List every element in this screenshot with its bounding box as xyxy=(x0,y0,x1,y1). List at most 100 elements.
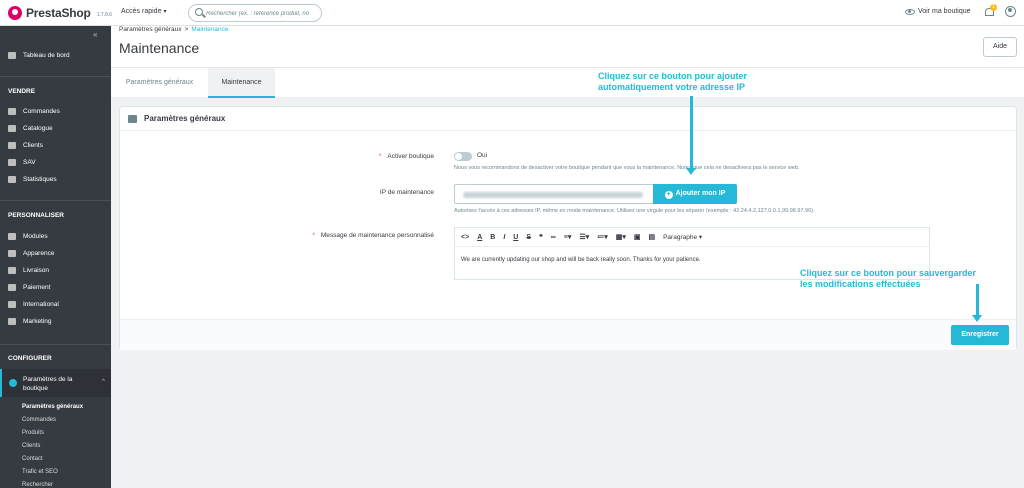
prestashop-logo-icon xyxy=(8,6,22,20)
version-label: 1.7.8.6 xyxy=(96,11,112,18)
stats-icon xyxy=(8,176,16,183)
search-box[interactable] xyxy=(188,4,322,22)
ip-callout: Cliquez sur ce bouton pour ajouter autom… xyxy=(598,71,748,92)
sidebar-item-appearance[interactable]: Apparence xyxy=(0,246,111,261)
sidebar: « Tableau de bord VENDRE Commandes Catal… xyxy=(0,26,111,488)
desktop-icon xyxy=(8,250,16,257)
link-icon[interactable]: ∞ xyxy=(551,234,556,241)
sidebar-item-orders[interactable]: Commandes xyxy=(0,104,111,119)
maintenance-ip-input[interactable] xyxy=(454,184,654,204)
notifications-button[interactable]: 1 xyxy=(985,4,997,17)
sidebar-item-international[interactable]: International xyxy=(0,297,111,312)
briefcase-icon xyxy=(128,115,137,123)
underline-icon[interactable]: U xyxy=(513,234,518,241)
sidebar-subitem-orders[interactable]: Commandes xyxy=(22,417,56,423)
logo-text: PrestaShop xyxy=(26,6,91,20)
quick-access-dropdown[interactable]: Accès rapide ▾ xyxy=(121,8,166,15)
tab-general[interactable]: Paramètres généraux xyxy=(111,68,208,98)
table-icon[interactable]: ▦▾ xyxy=(616,233,626,241)
panel-title: Paramètres généraux xyxy=(144,114,226,123)
trending-icon xyxy=(8,52,16,59)
breadcrumb-current[interactable]: Maintenance xyxy=(191,26,228,33)
editor-content[interactable]: We are currently updating our shop and w… xyxy=(461,257,701,263)
help-button[interactable]: Aide xyxy=(983,37,1017,57)
view-shop-link[interactable]: Voir ma boutique xyxy=(905,8,971,15)
sidebar-item-label: Catalogue xyxy=(23,125,53,132)
sidebar-item-label: Tableau de bord xyxy=(23,52,70,59)
caret-down-icon: ▾ xyxy=(163,9,167,15)
sidebar-item-label: Marketing xyxy=(23,318,52,325)
eye-icon xyxy=(905,8,915,15)
toggle-value: Oui xyxy=(477,152,488,159)
sidebar-item-shop-parameters[interactable]: Paramètres de la boutique ^ xyxy=(0,369,111,397)
enable-shop-label: * Activer boutique xyxy=(378,153,434,160)
maintenance-ip-label: IP de maintenance xyxy=(379,189,434,196)
maintenance-message-label: * Message de maintenance personnalisé xyxy=(312,232,434,239)
sidebar-subitem-general[interactable]: Paramètres généraux xyxy=(22,404,83,410)
sidebar-subitem-contact[interactable]: Contact xyxy=(22,456,43,462)
prestashop-logo[interactable]: PrestaShop 1.7.8.6 xyxy=(8,6,112,20)
image-icon[interactable]: ▣ xyxy=(634,233,641,241)
sidebar-item-payment[interactable]: Paiement xyxy=(0,280,111,295)
sidebar-subitem-customers[interactable]: Clients xyxy=(22,443,40,449)
bullet-list-icon[interactable]: ☰▾ xyxy=(579,233,589,241)
blockquote-icon[interactable]: ❝ xyxy=(539,233,543,241)
sidebar-item-modules[interactable]: Modules xyxy=(0,229,111,244)
italic-icon[interactable]: I xyxy=(503,234,505,241)
numbered-list-icon[interactable]: ≔▾ xyxy=(597,233,608,241)
maintenance-ip-hint: Autorisez l'accès à ces adresses IP, mêm… xyxy=(454,208,815,214)
puzzle-icon xyxy=(8,233,16,240)
top-bar: PrestaShop 1.7.8.6 Accès rapide▾ Voir ma… xyxy=(0,0,1024,26)
format-dropdown[interactable]: Paragraphe ▾ xyxy=(663,233,702,241)
sidebar-item-label: Livraison xyxy=(23,267,50,274)
globe-icon xyxy=(8,301,16,308)
align-icon[interactable]: ≡▾ xyxy=(564,233,572,241)
bold-icon[interactable]: B xyxy=(490,234,495,241)
source-code-icon[interactable]: <> xyxy=(461,234,469,241)
sidebar-subitem-search[interactable]: Rechercher xyxy=(22,482,53,488)
sidebar-subitem-products[interactable]: Produits xyxy=(22,430,44,436)
tab-maintenance[interactable]: Maintenance xyxy=(208,68,275,98)
sidebar-item-stats[interactable]: Statistiques xyxy=(0,172,111,187)
add-my-ip-button[interactable]: + Ajouter mon IP xyxy=(653,184,737,204)
breadcrumb-separator: > xyxy=(184,26,189,33)
save-arrow-shaft xyxy=(976,284,979,316)
sidebar-item-label: Commandes xyxy=(23,108,60,115)
breadcrumb-parent[interactable]: Paramètres généraux xyxy=(119,26,182,33)
search-icon xyxy=(195,8,203,16)
sidebar-item-label: Modules xyxy=(23,233,48,240)
sidebar-item-dashboard[interactable]: Tableau de bord xyxy=(0,48,111,63)
sidebar-item-label: Clients xyxy=(23,142,43,149)
sidebar-item-customers[interactable]: Clients xyxy=(0,138,111,153)
plus-circle-icon: + xyxy=(664,191,673,199)
collapse-sidebar-icon[interactable]: « xyxy=(93,30,97,39)
notification-badge: 1 xyxy=(990,4,997,11)
user-avatar-icon[interactable] xyxy=(1005,6,1016,17)
sidebar-item-label: International xyxy=(23,301,59,308)
blurred-ip-value xyxy=(463,192,643,198)
strikethrough-icon[interactable]: S xyxy=(526,234,531,241)
sidebar-item-catalog[interactable]: Catalogue xyxy=(0,121,111,136)
store-icon xyxy=(8,125,16,132)
account-icon xyxy=(8,142,16,149)
text-color-icon[interactable]: A xyxy=(477,234,482,241)
tab-bar: Paramètres généraux Maintenance xyxy=(111,67,1024,98)
ip-arrow-head xyxy=(686,168,696,175)
media-icon[interactable]: ▤ xyxy=(648,233,655,241)
chevron-up-icon: ^ xyxy=(102,379,105,385)
sidebar-subitem-seo[interactable]: Trafic et SEO xyxy=(22,469,58,475)
enable-shop-hint: Nous vous recommandons de desactiver vot… xyxy=(454,165,800,171)
enable-shop-toggle[interactable] xyxy=(454,152,472,161)
sidebar-item-label: Paramètres de la boutique xyxy=(23,376,73,392)
sidebar-item-sav[interactable]: SAV xyxy=(0,155,111,170)
sidebar-item-shipping[interactable]: Livraison xyxy=(0,263,111,278)
view-shop-label: Voir ma boutique xyxy=(918,8,971,15)
sidebar-item-marketing[interactable]: Marketing xyxy=(0,314,111,329)
credit-card-icon xyxy=(8,284,16,291)
divider xyxy=(0,344,111,345)
editor-toolbar: <> A B I U S ❝ ∞ ≡▾ ☰▾ ≔▾ ▦▾ ▣ ▤ Paragra… xyxy=(455,228,929,247)
settings-panel: Paramètres généraux * Activer boutique Ou… xyxy=(119,106,1017,350)
quick-access-label: Accès rapide xyxy=(121,8,162,15)
save-button[interactable]: Enregistrer xyxy=(951,325,1009,345)
search-input[interactable] xyxy=(206,8,318,19)
